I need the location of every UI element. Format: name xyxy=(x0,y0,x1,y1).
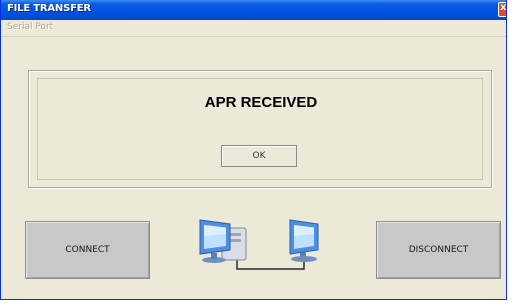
right-computer-icon xyxy=(289,219,319,262)
ok-button[interactable]: OK xyxy=(221,145,297,167)
close-icon: x xyxy=(500,2,506,13)
window-title: FILE TRANSFER xyxy=(7,3,91,14)
menu-serial-port[interactable]: Serial Port xyxy=(7,22,53,32)
left-computer-icon xyxy=(199,219,247,263)
title-bar[interactable]: FILE TRANSFER x xyxy=(1,0,506,20)
close-button[interactable]: x xyxy=(498,2,506,17)
disconnect-button[interactable]: DISCONNECT xyxy=(376,221,501,279)
status-inner-panel: APR RECEIVED OK xyxy=(37,78,483,180)
status-message: APR RECEIVED xyxy=(204,94,318,111)
file-transfer-window: FILE TRANSFER x Serial Port APR RECEIVED… xyxy=(0,0,507,300)
connect-button[interactable]: CONNECT xyxy=(25,221,150,279)
status-panel: APR RECEIVED OK xyxy=(28,70,492,188)
menu-bar: Serial Port xyxy=(1,20,506,37)
network-computers-icon xyxy=(199,219,319,270)
